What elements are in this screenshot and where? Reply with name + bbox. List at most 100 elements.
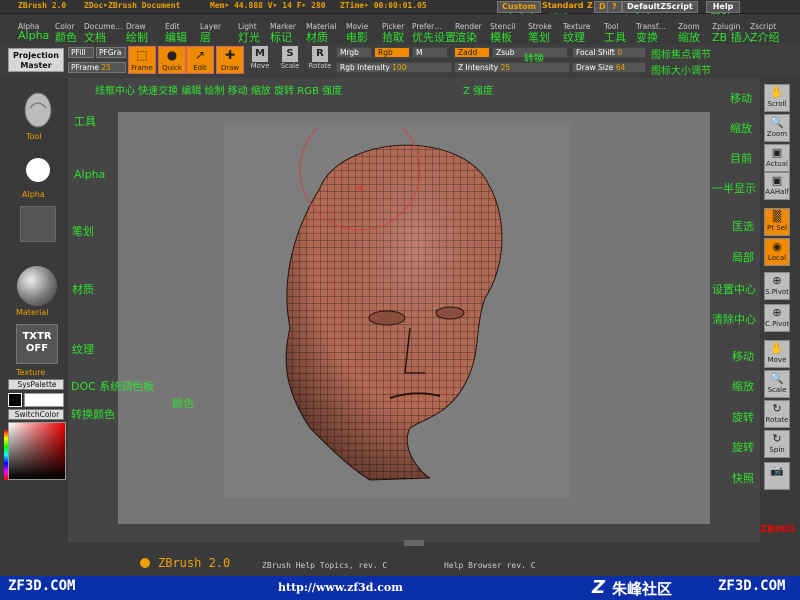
annotation-menu-6: 灯光 (238, 31, 260, 44)
rotate-button[interactable]: R Rotate (306, 46, 334, 74)
tool-label[interactable]: Tool (26, 132, 42, 141)
focal-shift-slider[interactable]: Focal Shift 0 (572, 47, 646, 58)
annotation-right-ptsel: 匡选 (732, 220, 754, 233)
draw-button[interactable]: ✚ Draw (216, 46, 244, 74)
texture-thumbnail[interactable]: TXTR OFF (16, 324, 58, 364)
focal-shift-label: Focal Shift (576, 48, 615, 57)
right-tool-local[interactable]: ◉ Local (764, 238, 790, 266)
right-tool-snapshot[interactable]: 📷 (764, 462, 790, 490)
camera-icon: 📷 (770, 464, 784, 477)
annotation-right-move2: 移动 (732, 350, 754, 363)
footer-url[interactable]: http://www.zf3d.com (278, 581, 403, 594)
zbrush-version: ZBrush 2.0 (158, 556, 231, 570)
time-readout: ZTime➤ 00:00:01.05 (340, 1, 427, 10)
annotation-menu-2: 文档 (84, 31, 106, 44)
right-tool-spin[interactable]: ↻ Spin (764, 430, 790, 458)
footer-community: 朱峰社区 (612, 580, 673, 598)
right-tool-label: AAHalf (765, 188, 789, 196)
doc-title: ZDoc➤ZBrush Document (84, 1, 181, 10)
frame-button[interactable]: ⬚ Frame (128, 46, 156, 74)
right-tool-zoom[interactable]: 🔍 Zoom (764, 114, 790, 142)
right-tool-actual[interactable]: ▣ Actual (764, 144, 790, 172)
annotation-menu-0: Alpha (18, 29, 50, 42)
zadd-button[interactable]: Zadd (454, 47, 490, 58)
annotation-tool: 工具 (74, 115, 96, 128)
head-model[interactable] (250, 128, 520, 488)
frame-label: Frame (131, 64, 153, 72)
annotation-right-scale2: 缩放 (732, 380, 754, 393)
right-tool-label: Pt Sel (767, 224, 787, 232)
annotation-menu-4: 编辑 (165, 31, 187, 44)
annotation-menu-17: 变换 (636, 31, 658, 44)
color-picker[interactable] (8, 422, 66, 480)
z-intensity-slider[interactable]: Z Intensity 25 (454, 62, 570, 73)
stroke-thumbnail[interactable] (20, 206, 56, 242)
move-button[interactable]: M Move (246, 46, 274, 74)
zbrush-logo-icon (140, 558, 150, 568)
help-browser-link[interactable]: Help Browser rev. C (444, 561, 536, 570)
right-tool-scale[interactable]: 🔍 Scale (764, 370, 790, 398)
right-tool-spivot[interactable]: ⊕ S.Pivot (764, 272, 790, 300)
primary-color-swatch[interactable] (8, 393, 22, 407)
ptsel-icon: ▒ (772, 210, 782, 223)
bottom-collapse-handle[interactable] (404, 540, 424, 546)
annotation-menu-15: 纹理 (563, 31, 585, 44)
right-tool-rotate[interactable]: ↻ Rotate (764, 400, 790, 428)
help-topics-link[interactable]: ZBrush Help Topics, rev. C (262, 561, 387, 570)
alpha-label[interactable]: Alpha (22, 190, 45, 199)
annotation-menu-19: ZB 插入 (712, 31, 753, 44)
rgb-button[interactable]: Rgb (374, 47, 410, 58)
hue-strip[interactable] (4, 430, 8, 480)
m-button[interactable]: M (412, 47, 448, 58)
draw-size-slider[interactable]: Draw Size 64 (572, 62, 646, 73)
right-tool-aahalf[interactable]: ▣ AAHalf (764, 172, 790, 200)
rotate-label: Rotate (308, 62, 332, 70)
secondary-color-swatch[interactable] (24, 393, 64, 407)
quick-icon: ● (166, 48, 178, 62)
quick-button[interactable]: ● Quick (158, 46, 186, 74)
annotation-menu-8: 材质 (306, 31, 328, 44)
annotation-menu-16: 工具 (604, 31, 626, 44)
pfill-button[interactable]: PFill (68, 47, 94, 58)
local-icon: ◉ (772, 240, 782, 253)
zoom-icon: 🔍 (770, 116, 784, 129)
right-tool-label: Zoom (766, 130, 788, 138)
mrgb-button[interactable]: Mrgb (336, 47, 372, 58)
annotation-menu-3: 绘制 (126, 31, 148, 44)
memory-readout: Mem➤ 44.888 V➤ 14 F➤ 280 (210, 1, 326, 10)
syspalette-button[interactable]: SysPalette (8, 379, 64, 390)
pfgra-button[interactable]: PFGra (96, 47, 126, 58)
annotation-right-actual: 目前 (730, 152, 752, 165)
switchcolor-button[interactable]: SwitchColor (8, 409, 64, 420)
scroll-icon: ✋ (770, 86, 784, 99)
right-tool-label: S.Pivot (765, 288, 789, 296)
alpha-thumbnail[interactable] (26, 158, 50, 182)
help-question-button[interactable]: ? (607, 1, 622, 13)
scale-icon: S (282, 46, 298, 62)
annotation-menu-13: 模板 (490, 31, 512, 44)
annotation-menu-12: 渲染 (455, 31, 477, 44)
rotate-icon: ↻ (772, 402, 782, 415)
edit-button[interactable]: ↗ Edit (186, 46, 214, 74)
annotation-doc-palette: DOC 系统调色板 (71, 380, 155, 393)
texture-label[interactable]: Texture (16, 368, 45, 377)
annotation-right-half: 一半显示 (712, 182, 756, 195)
annotation-right-rotate: 旋转 (732, 411, 754, 424)
material-sphere[interactable] (17, 266, 57, 306)
pframe-slider[interactable]: PFrame 25 (68, 62, 126, 73)
tool-thumbnail[interactable] (20, 90, 56, 130)
right-tool-label: Actual (766, 160, 788, 168)
right-tool-move[interactable]: ✋ Move (764, 340, 790, 368)
scale-button[interactable]: S Scale (276, 46, 304, 74)
right-tool-cpivot[interactable]: ⊕ C.Pivot (764, 304, 790, 332)
scale-label: Scale (280, 62, 300, 70)
right-tool-label: Local (767, 254, 787, 262)
move-icon: M (252, 46, 268, 62)
material-label[interactable]: Material (16, 308, 49, 317)
spin-icon: ↻ (772, 432, 782, 445)
right-tool-scroll[interactable]: ✋ Scroll (764, 84, 790, 112)
annotation-menu-9: 电影 (346, 31, 368, 44)
projection-master-button[interactable]: Projection Master (8, 48, 64, 72)
rgb-intensity-slider[interactable]: Rgb Intensity 100 (336, 62, 452, 73)
right-tool-ptsel[interactable]: ▒ Pt Sel (764, 208, 790, 236)
